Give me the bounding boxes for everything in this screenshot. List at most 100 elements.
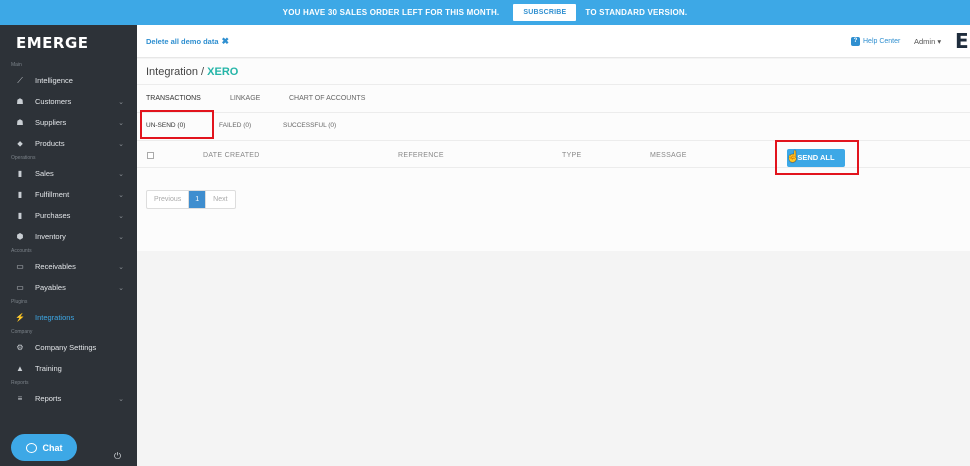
- sidebar: EMERGE Main ⟋ Intelligence ☗ Customers ⌄ ☗ Supp…: [0, 25, 137, 466]
- select-all-checkbox[interactable]: [147, 152, 154, 159]
- tab-bar: TRANSACTIONS LINKAGE CHART OF ACCOUNTS: [137, 84, 970, 113]
- table-header: DATE CREATED REFERENCE TYPE MESSAGE SEND…: [137, 140, 970, 168]
- tag-icon: ⬥: [17, 138, 23, 148]
- graduation-cap-icon: ▲: [16, 364, 24, 373]
- sidebar-item-label: Purchases: [35, 211, 71, 220]
- sidebar-item-label: Inventory: [35, 232, 66, 241]
- page-title: Integration / XERO: [146, 66, 238, 78]
- delete-demo-label: Delete all demo data: [146, 36, 219, 46]
- sidebar-item-company-settings[interactable]: ⚙ Company Settings: [0, 337, 137, 358]
- chevron-down-icon: ⌄: [118, 170, 124, 178]
- plug-icon: ⚡: [15, 313, 25, 322]
- subscribe-button[interactable]: SUBSCRIBE: [513, 4, 577, 21]
- chevron-down-icon: ⌄: [118, 98, 124, 106]
- chevron-down-icon: ⌄: [118, 284, 124, 292]
- sidebar-item-training[interactable]: ▲ Training: [0, 358, 137, 379]
- sidebar-item-inventory[interactable]: ⬢ Inventory ⌄: [0, 226, 137, 247]
- brand-e-logo: E: [955, 29, 969, 53]
- users-icon: ☗: [16, 97, 24, 106]
- list-icon: ≡: [17, 394, 23, 403]
- sidebar-item-purchases[interactable]: ▮ Purchases ⌄: [0, 205, 137, 226]
- sidebar-item-label: Products: [35, 139, 65, 148]
- sidebar-item-payables[interactable]: ▭ Payables ⌄: [0, 277, 137, 298]
- money-icon: ▭: [16, 283, 24, 292]
- integration-content: Integration / XERO TRANSACTIONS LINKAGE …: [137, 59, 970, 251]
- sidebar-section-label: Reports: [11, 380, 29, 386]
- admin-menu[interactable]: Admin ▾: [914, 37, 941, 46]
- previous-page-button[interactable]: Previous: [147, 191, 190, 208]
- chat-button[interactable]: Chat: [11, 434, 77, 461]
- next-page-button[interactable]: Next: [206, 191, 234, 208]
- sidebar-item-label: Company Settings: [35, 343, 97, 352]
- sidebar-nav: Main ⟋ Intelligence ☗ Customers ⌄ ☗ Suppliers ⌄ ⬥…: [0, 61, 137, 409]
- sidebar-item-reports[interactable]: ≡ Reports ⌄: [0, 388, 137, 409]
- sidebar-section-label: Accounts: [11, 248, 32, 254]
- chevron-down-icon: ⌄: [118, 191, 124, 199]
- chevron-down-icon: ⌄: [118, 233, 124, 241]
- book-icon: ▮: [17, 211, 23, 220]
- users-icon: ☗: [16, 118, 24, 127]
- money-icon: ▭: [16, 262, 24, 271]
- tab-linkage[interactable]: LINKAGE: [230, 85, 260, 113]
- chat-label: Chat: [42, 442, 63, 453]
- sidebar-item-label: Reports: [35, 394, 62, 403]
- sidebar-item-suppliers[interactable]: ☗ Suppliers ⌄: [0, 112, 137, 133]
- sidebar-item-intelligence[interactable]: ⟋ Intelligence: [0, 70, 137, 91]
- sidebar-item-label: Customers: [35, 97, 72, 106]
- chevron-down-icon: ⌄: [118, 395, 124, 403]
- chat-bubble-icon: [25, 442, 37, 453]
- admin-label: Admin: [914, 37, 936, 46]
- power-icon[interactable]: ⏻: [114, 451, 121, 462]
- sidebar-item-sales[interactable]: ▮ Sales ⌄: [0, 163, 137, 184]
- banner-suffix: TO STANDARD VERSION.: [585, 8, 688, 17]
- logo[interactable]: EMERGE: [0, 25, 137, 61]
- sidebar-item-label: Suppliers: [35, 118, 67, 127]
- chevron-down-icon: ⌄: [118, 140, 124, 148]
- tab-transactions[interactable]: TRANSACTIONS: [146, 85, 201, 113]
- sidebar-section-label: Company: [11, 329, 33, 335]
- main-area: Delete all demo data ✖ ? Help Center Admi…: [137, 25, 970, 466]
- column-date-created: DATE CREATED: [203, 152, 260, 159]
- help-center-link[interactable]: ? Help Center: [851, 37, 900, 46]
- sidebar-item-label: Payables: [35, 283, 66, 292]
- tab-chart-of-accounts[interactable]: CHART OF ACCOUNTS: [289, 85, 365, 113]
- sidebar-item-integrations[interactable]: ⚡ Integrations: [0, 307, 137, 328]
- top-bar: Delete all demo data ✖ ? Help Center Admi…: [137, 25, 970, 58]
- subtab-failed[interactable]: FAILED (0): [219, 122, 251, 129]
- page-title-xero: XERO: [207, 66, 239, 78]
- caret-down-icon: ▾: [937, 37, 942, 46]
- subtab-successful[interactable]: SUCCESSFUL (0): [283, 122, 336, 129]
- delete-demo-data-link[interactable]: Delete all demo data ✖: [146, 36, 229, 47]
- subscription-banner: YOU HAVE 30 SALES ORDER LEFT FOR THIS MO…: [0, 0, 970, 25]
- chevron-down-icon: ⌄: [118, 263, 124, 271]
- book-icon: ▮: [17, 190, 23, 199]
- question-icon: ?: [851, 37, 860, 46]
- sidebar-item-label: Fulfillment: [35, 190, 70, 199]
- sidebar-item-label: Intelligence: [35, 76, 73, 85]
- current-page-button[interactable]: 1: [189, 191, 207, 208]
- page-title-prefix: Integration /: [146, 66, 205, 78]
- sidebar-item-label: Receivables: [35, 262, 76, 271]
- sidebar-item-label: Sales: [35, 169, 54, 178]
- sidebar-item-products[interactable]: ⬥ Products ⌄: [0, 133, 137, 154]
- sidebar-item-receivables[interactable]: ▭ Receivables ⌄: [0, 256, 137, 277]
- subtab-unsend[interactable]: UN-SEND (0): [146, 122, 185, 129]
- sidebar-section-label: Main: [11, 62, 22, 68]
- hand-cursor-icon: ☝: [786, 151, 800, 163]
- gear-icon: ⚙: [16, 343, 24, 352]
- sidebar-item-customers[interactable]: ☗ Customers ⌄: [0, 91, 137, 112]
- pagination: Previous 1 Next: [146, 190, 236, 209]
- sidebar-item-fulfillment[interactable]: ▮ Fulfillment ⌄: [0, 184, 137, 205]
- banner-message: YOU HAVE 30 SALES ORDER LEFT FOR THIS MO…: [282, 8, 500, 17]
- sidebar-section-label: Operations: [11, 155, 36, 161]
- chevron-down-icon: ⌄: [118, 119, 124, 127]
- sidebar-item-label: Training: [35, 364, 62, 373]
- help-center-label: Help Center: [863, 38, 901, 45]
- column-reference: REFERENCE: [398, 152, 444, 159]
- cubes-icon: ⬢: [16, 232, 24, 241]
- chart-line-icon: ⟋: [17, 75, 23, 85]
- book-icon: ▮: [17, 169, 23, 178]
- column-type: TYPE: [562, 152, 582, 159]
- chevron-down-icon: ⌄: [118, 212, 124, 220]
- sidebar-item-label: Integrations: [35, 313, 75, 322]
